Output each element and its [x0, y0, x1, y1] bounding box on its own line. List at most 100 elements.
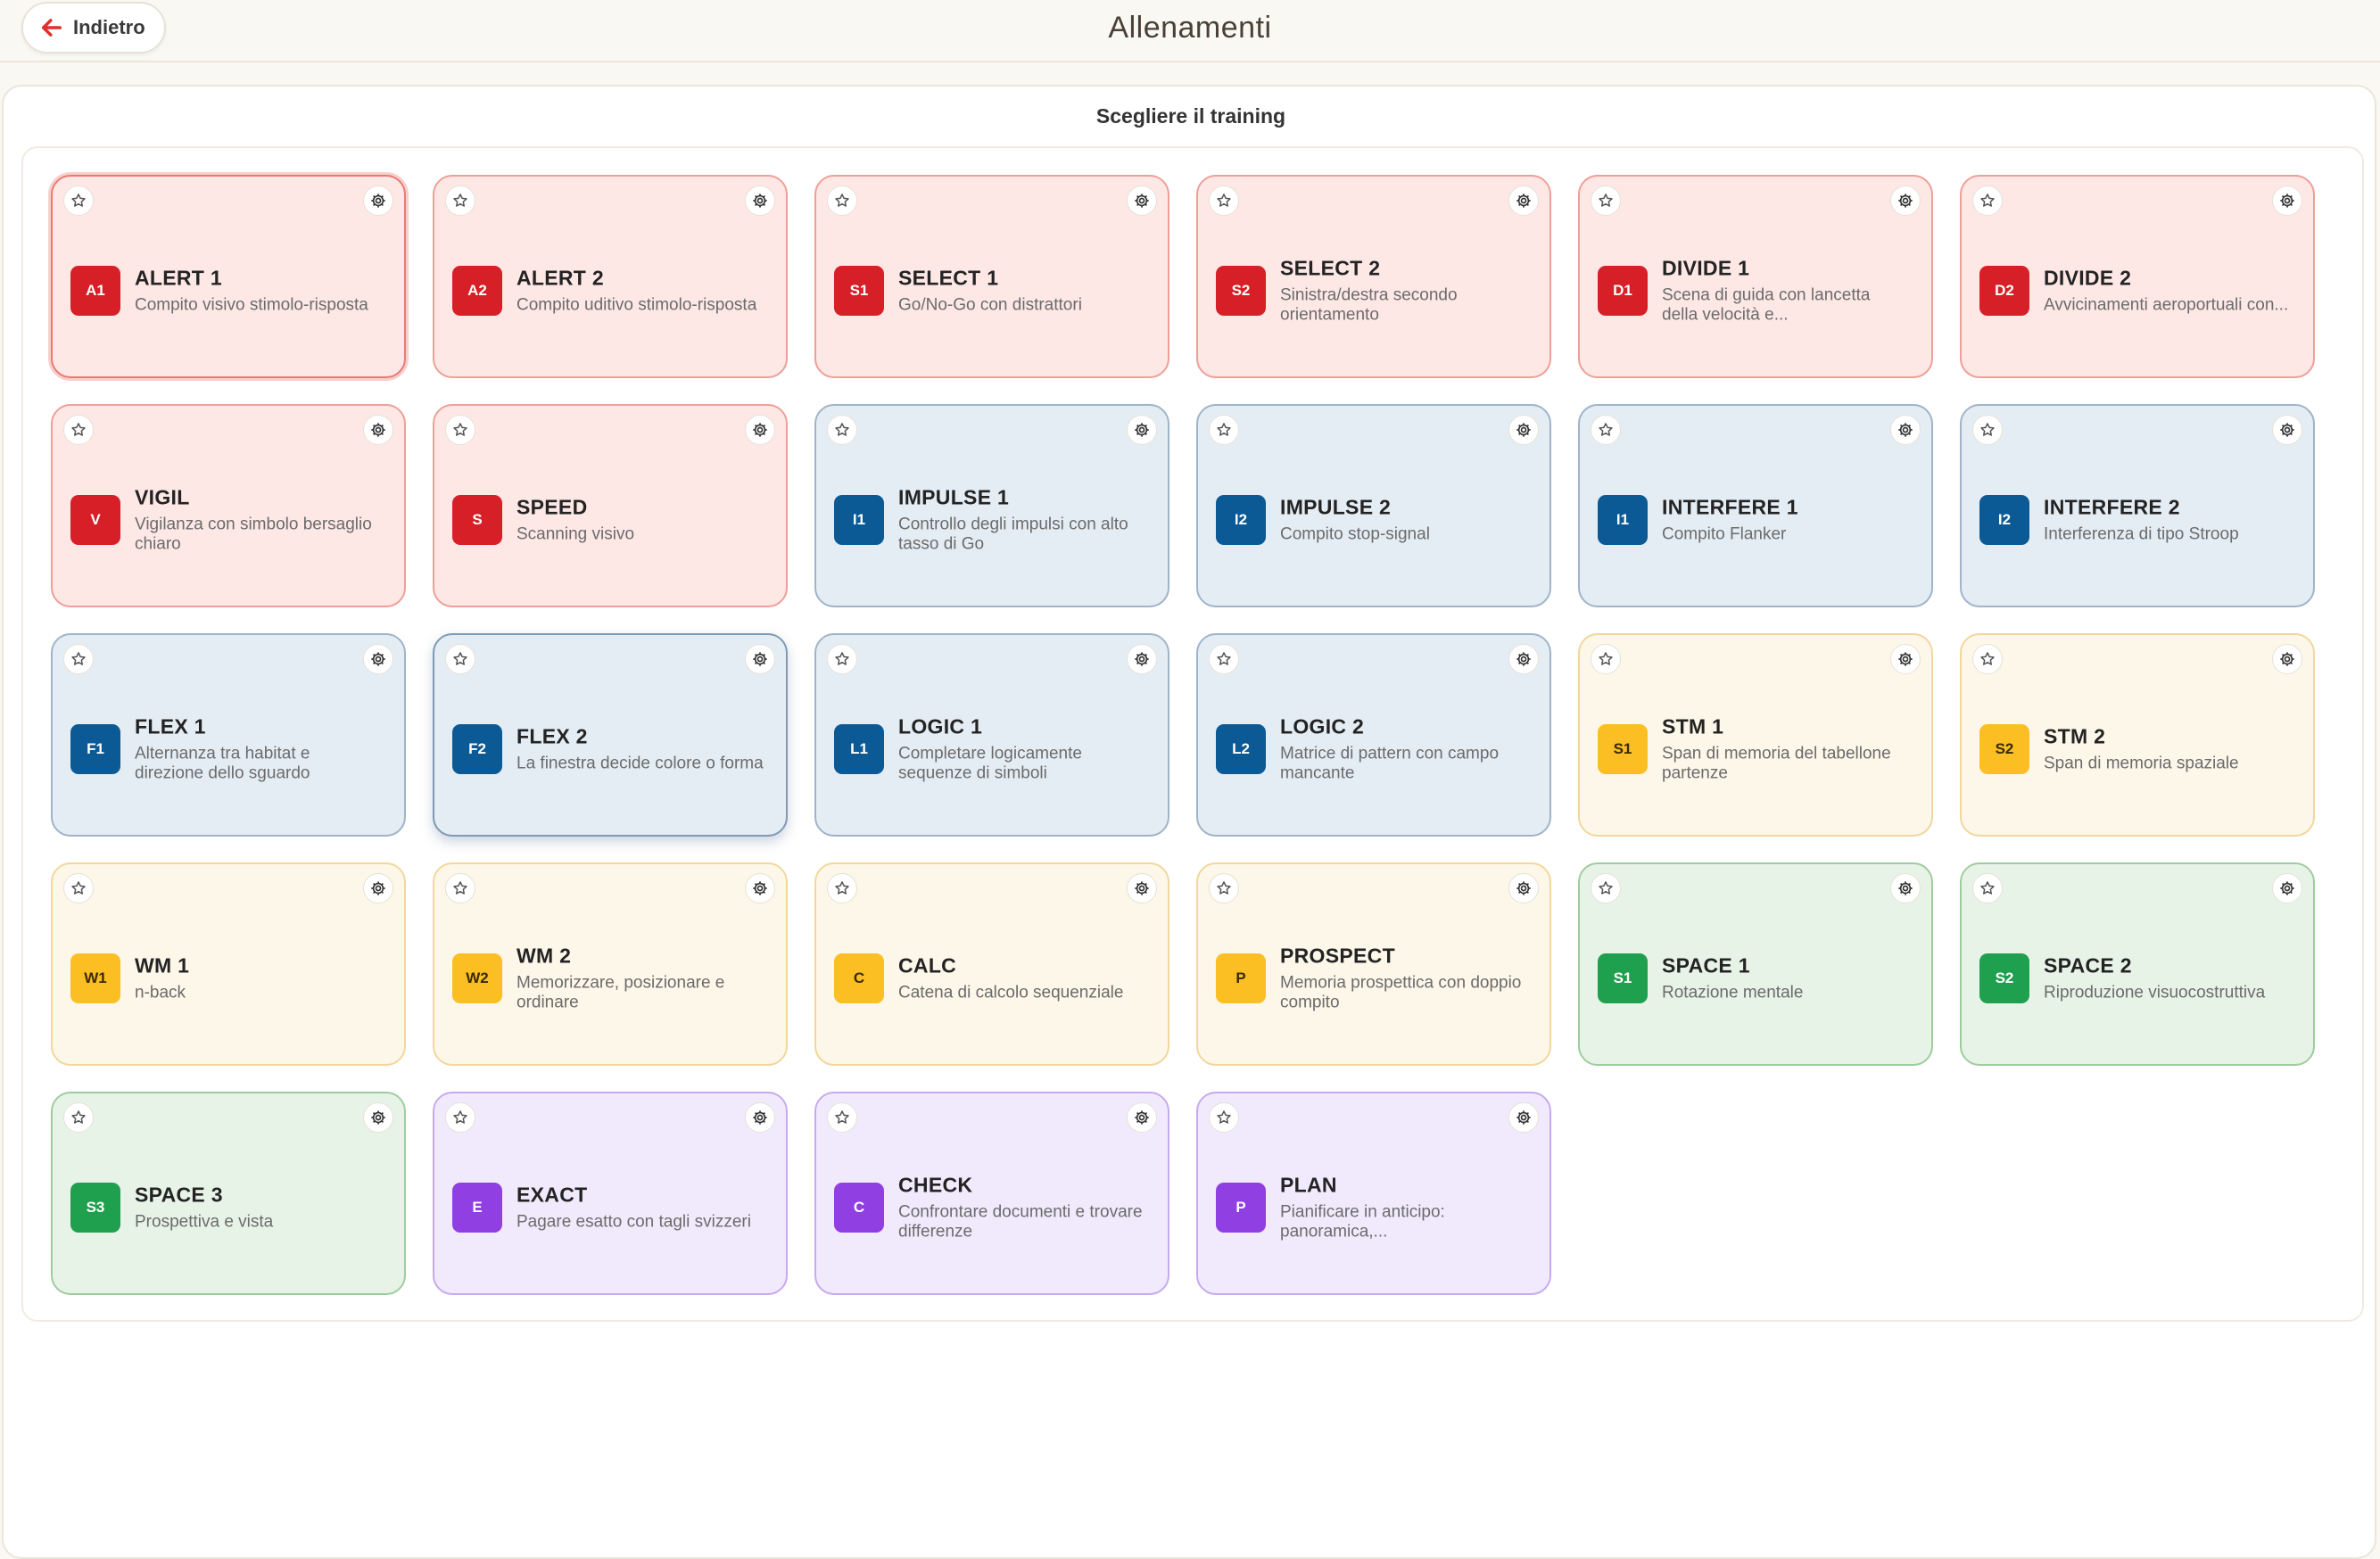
training-card-stm-2[interactable]: S2 STM 2 Span di memoria spaziale	[1960, 633, 2315, 837]
settings-button[interactable]	[1890, 644, 1921, 674]
favorite-button[interactable]	[63, 415, 94, 445]
gear-icon	[751, 650, 769, 668]
favorite-button[interactable]	[1972, 186, 2003, 216]
favorite-button[interactable]	[1972, 873, 2003, 903]
training-card-impulse-1[interactable]: I1 IMPULSE 1 Controllo degli impulsi con a…	[814, 404, 1169, 607]
favorite-button[interactable]	[1209, 415, 1239, 445]
card-badge: A2	[452, 266, 502, 316]
favorite-button[interactable]	[445, 1102, 475, 1133]
settings-button[interactable]	[1508, 873, 1539, 903]
favorite-button[interactable]	[1209, 186, 1239, 216]
favorite-button[interactable]	[1209, 1102, 1239, 1133]
training-card-select-2[interactable]: S2 SELECT 2 Sinistra/destra secondo orient…	[1196, 175, 1551, 378]
settings-button[interactable]	[1127, 186, 1157, 216]
training-card-logic-2[interactable]: L2 LOGIC 2 Matrice di pattern con campo ma…	[1196, 633, 1551, 837]
star-icon	[1215, 421, 1233, 439]
favorite-button[interactable]	[445, 415, 475, 445]
gear-icon	[1515, 192, 1533, 210]
favorite-button[interactable]	[827, 415, 857, 445]
training-card-alert-1[interactable]: A1 ALERT 1 Compito visivo stimolo-risposta	[51, 175, 406, 378]
training-card-select-1[interactable]: S1 SELECT 1 Go/No-Go con distrattori	[814, 175, 1169, 378]
training-card-plan[interactable]: P PLAN Pianificare in anticipo: panoramica…	[1196, 1092, 1551, 1295]
star-icon	[451, 192, 469, 210]
settings-button[interactable]	[363, 644, 393, 674]
settings-button[interactable]	[2272, 186, 2302, 216]
star-icon	[833, 650, 851, 668]
favorite-button[interactable]	[63, 873, 94, 903]
training-card-interfere-2[interactable]: I2 INTERFERE 2 Interferenza di tipo Stroop	[1960, 404, 2315, 607]
favorite-button[interactable]	[1591, 873, 1621, 903]
training-card-exact[interactable]: E EXACT Pagare esatto con tagli svizzeri	[433, 1092, 788, 1295]
settings-button[interactable]	[1508, 1102, 1539, 1133]
card-description: Catena di calcolo sequenziale	[898, 983, 1124, 1002]
settings-button[interactable]	[745, 186, 775, 216]
favorite-button[interactable]	[63, 186, 94, 216]
training-card-calc[interactable]: C CALC Catena di calcolo sequenziale	[814, 862, 1169, 1066]
training-card-space-3[interactable]: S3 SPACE 3 Prospettiva e vista	[51, 1092, 406, 1295]
favorite-button[interactable]	[827, 644, 857, 674]
favorite-button[interactable]	[1591, 644, 1621, 674]
card-text: SPEED Scanning visivo	[516, 496, 764, 545]
settings-button[interactable]	[363, 873, 393, 903]
card-description: Confrontare documenti e trovare differen…	[898, 1202, 1143, 1241]
favorite-button[interactable]	[1972, 644, 2003, 674]
training-card-vigil[interactable]: V VIGIL Vigilanza con simbolo bersaglio ch…	[51, 404, 406, 607]
favorite-button[interactable]	[63, 644, 94, 674]
settings-button[interactable]	[1127, 873, 1157, 903]
favorite-button[interactable]	[1972, 415, 2003, 445]
settings-button[interactable]	[745, 415, 775, 445]
favorite-button[interactable]	[827, 1102, 857, 1133]
training-card-wm-2[interactable]: W2 WM 2 Memorizzare, posizionare e ordinar…	[433, 862, 788, 1066]
settings-button[interactable]	[1127, 644, 1157, 674]
training-card-stm-1[interactable]: S1 STM 1 Span di memoria del tabellone par…	[1578, 633, 1933, 837]
training-card-flex-2[interactable]: F2 FLEX 2 La finestra decide colore o form…	[433, 633, 788, 837]
card-text: IMPULSE 2 Compito stop-signal	[1280, 496, 1528, 545]
training-card-impulse-2[interactable]: I2 IMPULSE 2 Compito stop-signal	[1196, 404, 1551, 607]
favorite-button[interactable]	[445, 186, 475, 216]
settings-button[interactable]	[1508, 644, 1539, 674]
training-card-interfere-1[interactable]: I1 INTERFERE 1 Compito Flanker	[1578, 404, 1933, 607]
favorite-button[interactable]	[1591, 186, 1621, 216]
training-card-divide-1[interactable]: D1 DIVIDE 1 Scena di guida con lancetta de…	[1578, 175, 1933, 378]
settings-button[interactable]	[745, 873, 775, 903]
training-card-logic-1[interactable]: L1 LOGIC 1 Completare logicamente sequenze…	[814, 633, 1169, 837]
favorite-button[interactable]	[827, 873, 857, 903]
training-card-prospect[interactable]: P PROSPECT Memoria prospettica con doppio …	[1196, 862, 1551, 1066]
card-badge: L2	[1216, 724, 1266, 774]
settings-button[interactable]	[745, 644, 775, 674]
favorite-button[interactable]	[1209, 873, 1239, 903]
favorite-button[interactable]	[63, 1102, 94, 1133]
training-card-flex-1[interactable]: F1 FLEX 1 Alternanza tra habitat e direzio…	[51, 633, 406, 837]
favorite-button[interactable]	[827, 186, 857, 216]
settings-button[interactable]	[1890, 186, 1921, 216]
settings-button[interactable]	[745, 1102, 775, 1133]
settings-button[interactable]	[1127, 415, 1157, 445]
card-description: La finestra decide colore o forma	[516, 754, 764, 773]
training-card-check[interactable]: C CHECK Confrontare documenti e trovare di…	[814, 1092, 1169, 1295]
settings-button[interactable]	[1508, 186, 1539, 216]
favorite-button[interactable]	[1591, 415, 1621, 445]
favorite-button[interactable]	[445, 644, 475, 674]
settings-button[interactable]	[1890, 873, 1921, 903]
favorite-button[interactable]	[445, 873, 475, 903]
settings-button[interactable]	[1890, 415, 1921, 445]
settings-button[interactable]	[363, 186, 393, 216]
settings-button[interactable]	[2272, 644, 2302, 674]
settings-button[interactable]	[1508, 415, 1539, 445]
settings-button[interactable]	[2272, 873, 2302, 903]
settings-button[interactable]	[1127, 1102, 1157, 1133]
gear-icon	[369, 650, 387, 668]
favorite-button[interactable]	[1209, 644, 1239, 674]
settings-button[interactable]	[2272, 415, 2302, 445]
training-card-divide-2[interactable]: D2 DIVIDE 2 Avvicinamenti aeroportuali con…	[1960, 175, 2315, 378]
training-card-space-2[interactable]: S2 SPACE 2 Riproduzione visuocostruttiva	[1960, 862, 2315, 1066]
training-card-space-1[interactable]: S1 SPACE 1 Rotazione mentale	[1578, 862, 1933, 1066]
training-card-wm-1[interactable]: W1 WM 1 n-back	[51, 862, 406, 1066]
settings-button[interactable]	[363, 415, 393, 445]
training-card-speed[interactable]: S SPEED Scanning visivo	[433, 404, 788, 607]
settings-button[interactable]	[363, 1102, 393, 1133]
card-description: Compito Flanker	[1662, 524, 1787, 544]
card-text: SELECT 1 Go/No-Go con distrattori	[898, 267, 1146, 316]
card-text: LOGIC 2 Matrice di pattern con campo manc…	[1280, 715, 1528, 784]
training-card-alert-2[interactable]: A2 ALERT 2 Compito uditivo stimolo-rispost…	[433, 175, 788, 378]
